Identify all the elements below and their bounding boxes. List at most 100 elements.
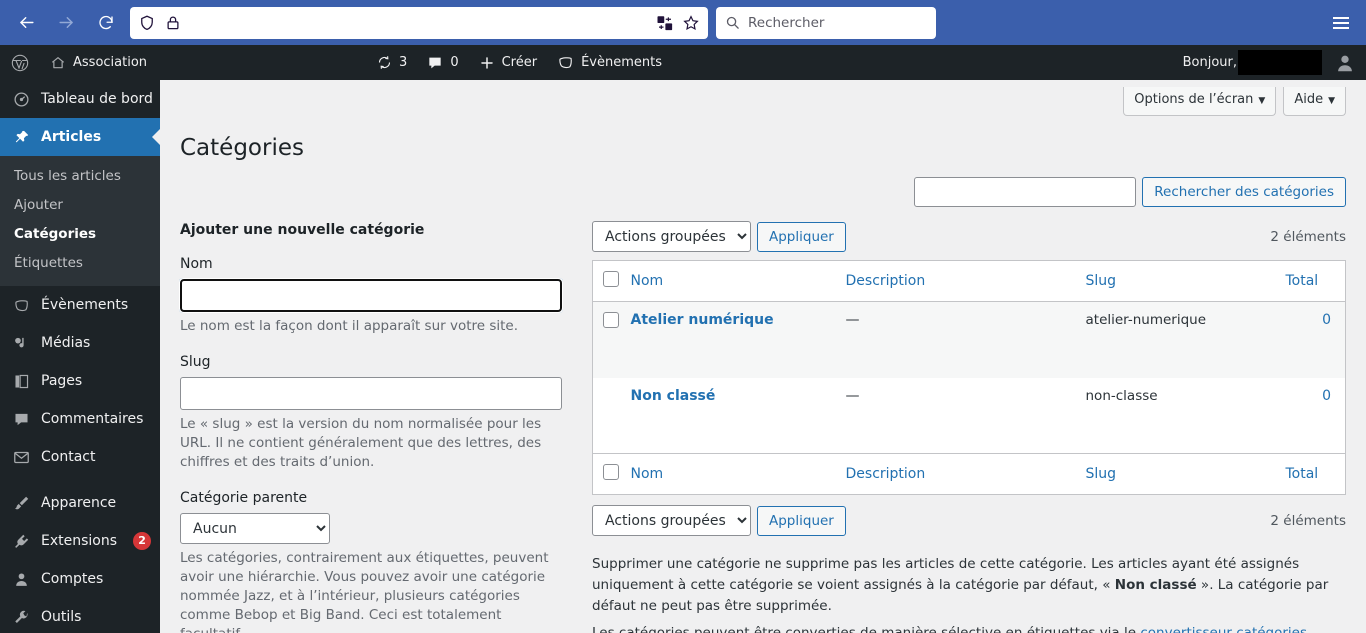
row-slug-cell: atelier-numerique <box>1085 301 1286 378</box>
forward-button[interactable] <box>50 7 82 39</box>
nom-input[interactable] <box>179 278 563 313</box>
sidebar-item-commentaires[interactable]: Commentaires <box>0 400 160 438</box>
sidebar-item-evenements[interactable]: Évènements <box>0 286 160 324</box>
table-body: Atelier numérique — atelier-numerique 0 … <box>592 301 1346 454</box>
count-link[interactable]: 0 <box>1322 388 1331 404</box>
sidebar-label: Médias <box>41 335 91 351</box>
bulk-actions-select-bottom[interactable]: Actions groupées <box>592 505 751 536</box>
browser-search-field[interactable]: Rechercher <box>716 6 936 39</box>
categories-columns: Ajouter une nouvelle catégorie Nom Le no… <box>179 221 1346 633</box>
sidebar-item-pages[interactable]: Pages <box>0 362 160 400</box>
sidebar-item-apparence[interactable]: Apparence <box>0 484 160 522</box>
pages-icon <box>11 371 31 391</box>
help-paragraph-2: Les catégories peuvent être converties d… <box>592 623 1332 633</box>
count-link[interactable]: 0 <box>1322 312 1331 328</box>
search-categories-input[interactable] <box>914 177 1137 207</box>
row-checkbox-cell[interactable] <box>592 301 631 378</box>
sidebar-subitem-tous-les-articles[interactable]: Tous les articles <box>0 162 160 191</box>
row-description-cell: — <box>845 387 860 404</box>
parent-select[interactable]: Aucun <box>180 513 330 544</box>
field-slug: Slug Le « slug » est la version du nom n… <box>180 353 576 472</box>
row-total-cell: 0 <box>1285 301 1346 378</box>
sidebar-label: Outils <box>41 609 82 625</box>
default-category-name: Non classé <box>1114 577 1197 593</box>
chevron-down-icon: ▼ <box>1258 96 1266 106</box>
help-button[interactable]: Aide ▼ <box>1283 87 1346 116</box>
sidebar-subitem-categories[interactable]: Catégories <box>0 220 160 249</box>
row-name-cell: Atelier numérique <box>630 301 846 378</box>
wordpress-logo-button[interactable] <box>0 45 40 80</box>
row-checkbox[interactable] <box>603 312 619 328</box>
sidebar-item-outils[interactable]: Outils <box>0 598 160 633</box>
select-all-checkbox[interactable] <box>603 464 619 480</box>
events-icon <box>11 295 31 315</box>
sidebar-item-comptes[interactable]: Comptes <box>0 560 160 598</box>
hamburger-menu-icon[interactable] <box>1326 8 1356 38</box>
back-button[interactable] <box>10 7 42 39</box>
table-row[interactable]: Non classé — non-classe 0 <box>593 378 1346 454</box>
comments-button[interactable]: 0 <box>417 45 468 80</box>
wp-admin-bar: Association 3 0 Créer Évènements Bonjour… <box>0 45 1366 80</box>
screen-options-button[interactable]: Options de l’écran ▼ <box>1123 87 1277 116</box>
sidebar-item-articles[interactable]: Articles <box>0 118 160 156</box>
select-all-footer[interactable] <box>592 453 631 495</box>
lock-icon[interactable] <box>164 14 182 32</box>
site-name-button[interactable]: Association <box>40 45 157 80</box>
updates-button[interactable]: 3 <box>367 45 417 80</box>
select-all-header[interactable] <box>592 260 631 302</box>
table-row[interactable]: Atelier numérique — atelier-numerique 0 <box>592 301 1346 378</box>
site-name-label: Association <box>73 55 148 70</box>
category-link[interactable]: Non classé <box>631 388 716 404</box>
select-all-checkbox[interactable] <box>603 271 619 287</box>
plug-icon <box>11 531 31 551</box>
sidebar-item-tableau-de-bord[interactable]: Tableau de bord <box>0 80 160 118</box>
events-button[interactable]: Évènements <box>547 45 672 80</box>
account-menu[interactable]: Bonjour, <box>1183 50 1366 76</box>
forward-arrow-icon <box>58 17 73 28</box>
header-description[interactable]: Description <box>845 260 1086 302</box>
help-label: Aide <box>1294 92 1324 107</box>
header-nom[interactable]: Nom <box>630 260 846 302</box>
sidebar-item-medias[interactable]: Médias <box>0 324 160 362</box>
translate-icon[interactable] <box>656 14 674 32</box>
back-arrow-icon <box>19 17 34 28</box>
user-icon <box>11 569 31 589</box>
header-total[interactable]: Total <box>1285 260 1346 302</box>
star-icon[interactable] <box>682 14 700 32</box>
plus-icon <box>479 55 495 71</box>
screen-meta-links: Options de l’écran ▼ Aide ▼ <box>180 80 1346 116</box>
sidebar-item-contact[interactable]: Contact <box>0 438 160 476</box>
sidebar-label: Commentaires <box>41 411 144 427</box>
sidebar-subitem-ajouter[interactable]: Ajouter <box>0 191 160 220</box>
help-text-2a: Les catégories peuvent être converties d… <box>592 625 1141 633</box>
table-foot: Nom Description Slug Total <box>592 453 1346 495</box>
footer-slug[interactable]: Slug <box>1085 453 1286 495</box>
bulk-actions-select-top[interactable]: Actions groupées <box>592 221 751 252</box>
reload-button[interactable] <box>90 7 122 39</box>
apply-button-top[interactable]: Appliquer <box>757 221 846 252</box>
slug-input[interactable] <box>180 377 562 410</box>
sidebar-label: Articles <box>41 129 102 145</box>
sidebar-subitem-etiquettes[interactable]: Étiquettes <box>0 249 160 278</box>
slug-help: Le « slug » est la version du nom normal… <box>180 416 542 470</box>
comment-bubble-icon <box>11 409 31 429</box>
sidebar-label: Évènements <box>41 297 129 313</box>
parent-label: Catégorie parente <box>180 490 308 506</box>
footer-total[interactable]: Total <box>1285 453 1346 495</box>
header-slug[interactable]: Slug <box>1085 260 1286 302</box>
field-nom: Nom Le nom est la façon dont il apparaît… <box>179 255 576 336</box>
url-bar[interactable] <box>130 6 708 39</box>
shield-icon[interactable] <box>138 14 156 32</box>
row-name-cell: Non classé <box>631 378 846 454</box>
footer-nom[interactable]: Nom <box>630 453 846 495</box>
row-checkbox-cell <box>593 378 631 454</box>
apply-button-bottom[interactable]: Appliquer <box>757 505 846 536</box>
events-icon <box>557 54 574 71</box>
new-content-button[interactable]: Créer <box>469 45 547 80</box>
category-link[interactable]: Atelier numérique <box>631 312 774 328</box>
sidebar-item-extensions[interactable]: Extensions 2 <box>0 522 160 560</box>
footer-description[interactable]: Description <box>845 453 1086 495</box>
search-categories-button[interactable]: Rechercher des catégories <box>1142 177 1346 207</box>
sidebar-label: Pages <box>41 373 83 389</box>
browser-toolbar: Rechercher <box>0 0 1366 45</box>
